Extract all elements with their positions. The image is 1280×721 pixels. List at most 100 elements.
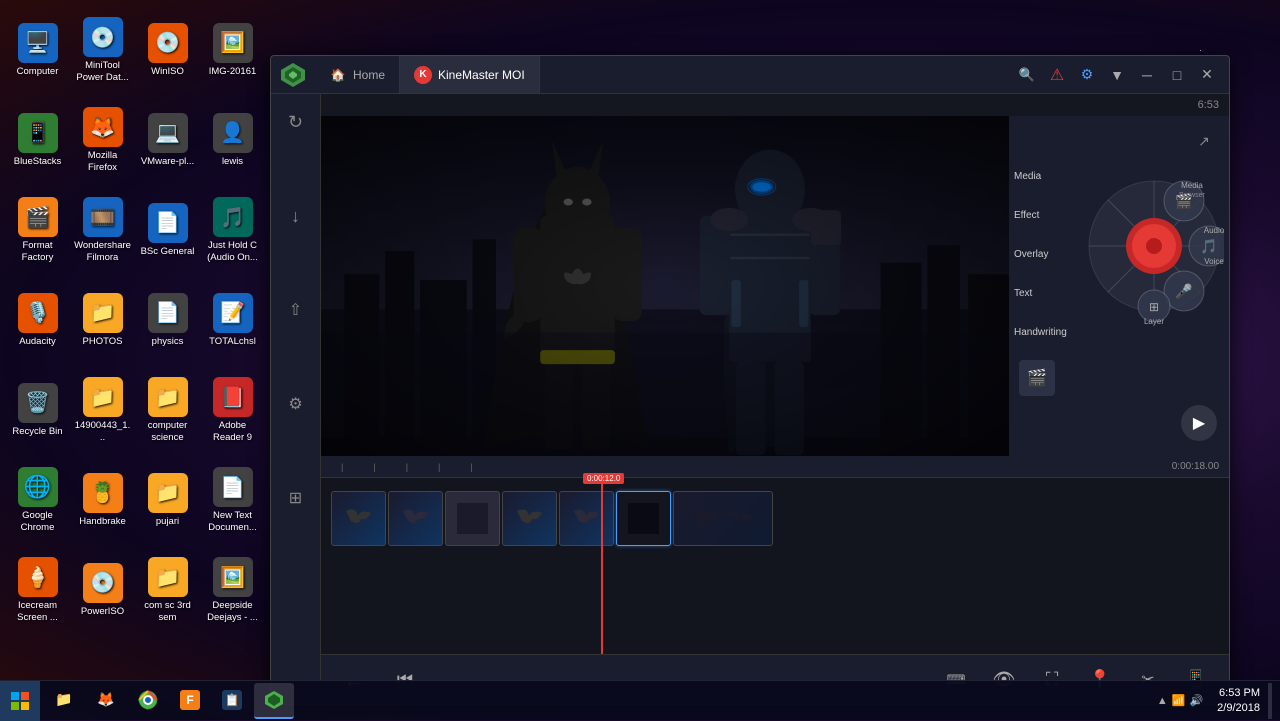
- kinemaster-main: 6:53: [321, 94, 1229, 704]
- format-factory-icon: 🎬: [18, 197, 58, 237]
- desktop-icon-audacity[interactable]: 🎙️ Audacity: [5, 275, 70, 365]
- desktop-icon-adobe-reader[interactable]: 📕 Adobe Reader 9: [200, 365, 265, 455]
- km-timer: 6:53: [1198, 99, 1219, 111]
- desktop-icon-icecream[interactable]: 🍦 Icecream Screen ...: [5, 545, 70, 635]
- taskbar-items: 📁 🦊 F: [40, 681, 1149, 720]
- track-clip-5[interactable]: [559, 491, 614, 546]
- alert-window-btn[interactable]: ⚠: [1043, 61, 1071, 89]
- km-timeline: | | | | | 0:00:18.00 0: [321, 456, 1229, 654]
- tray-volume-icon[interactable]: 🔊: [1189, 694, 1203, 707]
- svg-text:Browser: Browser: [1179, 192, 1205, 199]
- chrome-label: Google Chrome: [9, 510, 66, 533]
- menu-labels: Media Effect Overlay Text Handwriting: [1014, 171, 1067, 338]
- desktop-icon-minitool[interactable]: 💿 MiniTool Power Dat...: [70, 5, 135, 95]
- desktop-icon-computer[interactable]: 🖥️ Computer: [5, 5, 70, 95]
- km-extra-btn[interactable]: 🎬: [1019, 360, 1055, 396]
- ruler-mark-0: |: [341, 462, 343, 472]
- physics-label: physics: [152, 336, 184, 347]
- minitool-label: MiniTool Power Dat...: [74, 60, 131, 83]
- minimize-button[interactable]: ─: [1133, 61, 1161, 89]
- track-clip-4[interactable]: [502, 491, 557, 546]
- batman-artwork: [321, 116, 1009, 456]
- maximize-button[interactable]: □: [1163, 61, 1191, 89]
- track-clip-6[interactable]: [616, 491, 671, 546]
- show-desktop-btn[interactable]: [1268, 683, 1272, 719]
- desktop-icon-new-text[interactable]: 📄 New Text Documen...: [200, 455, 265, 545]
- chrome-taskbar-icon: [138, 690, 158, 710]
- physics-icon: 📄: [148, 293, 188, 333]
- settings-window-btn[interactable]: ⚙: [1073, 61, 1101, 89]
- desktop-icon-lewis[interactable]: 👤 lewis: [200, 95, 265, 185]
- deepside-label: Deepside Deejays - ...: [204, 600, 261, 623]
- tab-home[interactable]: 🏠 Home: [315, 56, 400, 93]
- sidebar-down-btn[interactable]: ↓: [278, 198, 314, 234]
- photos-label: PHOTOS: [83, 336, 123, 347]
- desktop-icon-img[interactable]: 🖼️ IMG-20161: [200, 5, 265, 95]
- effect-label: Effect: [1014, 210, 1067, 221]
- desktop-icon-chrome[interactable]: 🌐 Google Chrome: [5, 455, 70, 545]
- timeline-end-time: 0:00:18.00: [1172, 461, 1219, 472]
- desktop-icon-justhold[interactable]: 🎵 Just Hold C (Audio On...: [200, 185, 265, 275]
- text-label: Text: [1014, 288, 1067, 299]
- taskbar-firefox[interactable]: 🦊: [86, 683, 126, 719]
- desktop-icon-physics[interactable]: 📄 physics: [135, 275, 200, 365]
- svg-text:Audio: Audio: [1204, 226, 1224, 235]
- tray-arrow[interactable]: ▲: [1157, 695, 1168, 707]
- poweriso-label: PowerISO: [81, 606, 124, 617]
- desktop-icon-pujari[interactable]: 📁 pujari: [135, 455, 200, 545]
- computer-label: Computer: [17, 66, 59, 77]
- desktop-icon-format-factory[interactable]: 🎬 Format Factory: [5, 185, 70, 275]
- dropdown-window-btn[interactable]: ▼: [1103, 61, 1131, 89]
- taskbar-chrome[interactable]: [128, 683, 168, 719]
- unknown1-taskbar-icon: 📋: [222, 690, 242, 710]
- desktop-icons-area: 🖥️ Computer 💿 MiniTool Power Dat... 💿 Wi…: [0, 0, 270, 700]
- timeline-marker-label: 0:00:12.0: [583, 473, 624, 484]
- taskbar-format-factory[interactable]: F: [170, 683, 210, 719]
- taskbar-bluestacks[interactable]: [254, 683, 294, 719]
- taskbar-clock[interactable]: 6:53 PM 2/9/2018: [1217, 686, 1260, 715]
- desktop-icon-bluestacks[interactable]: 📱 BlueStacks: [5, 95, 70, 185]
- sidebar-layers-btn[interactable]: ⊞: [278, 480, 314, 516]
- track-clip-3[interactable]: [445, 491, 500, 546]
- tab-kinemaster-label: KineMaster MOI: [438, 68, 525, 82]
- new-text-icon: 📄: [213, 467, 253, 507]
- start-button[interactable]: [0, 681, 40, 721]
- handwriting-label: Handwriting: [1014, 327, 1067, 338]
- desktop-icon-deepside[interactable]: 🖼️ Deepside Deejays - ...: [200, 545, 265, 635]
- taskbar-unknown1[interactable]: 📋: [212, 683, 252, 719]
- bluestacks-window: 🏠 Home K KineMaster MOI 🔍 ⚠ ⚙ ▼ ─ □ ✕: [270, 55, 1230, 705]
- clock-date: 2/9/2018: [1217, 701, 1260, 715]
- close-button[interactable]: ✕: [1193, 61, 1221, 89]
- sidebar-share-btn[interactable]: ⇧: [278, 292, 314, 328]
- tab-kinemaster[interactable]: K KineMaster MOI: [400, 56, 540, 93]
- km-play-button[interactable]: ▶: [1181, 405, 1217, 441]
- desktop-icon-poweriso[interactable]: 💿 PowerISO: [70, 545, 135, 635]
- desktop-icon-vmware[interactable]: 💻 VMware-pl...: [135, 95, 200, 185]
- svg-text:🎤: 🎤: [1175, 282, 1193, 300]
- desktop-icon-computer-science[interactable]: 📁 computer science: [135, 365, 200, 455]
- desktop-icon-bsc[interactable]: 📄 BSc General: [135, 185, 200, 275]
- track-clip-2[interactable]: [388, 491, 443, 546]
- desktop-icon-firefox[interactable]: 🦊 Mozilla Firefox: [70, 95, 135, 185]
- desktop-icon-com-sc[interactable]: 📁 com sc 3rd sem: [135, 545, 200, 635]
- desktop-icon-filmora[interactable]: 🎞️ Wondershare Filmora: [70, 185, 135, 275]
- sidebar-refresh-btn[interactable]: ↻: [278, 104, 314, 140]
- circular-menu-svg[interactable]: 🎬 🎵 🎤 ⊞: [1064, 146, 1224, 346]
- desktop-icon-photos[interactable]: 📁 PHOTOS: [70, 275, 135, 365]
- desktop-icon-14900443[interactable]: 📁 14900443_1...: [70, 365, 135, 455]
- img-icon: 🖼️: [213, 23, 253, 63]
- sidebar-settings-btn[interactable]: ⚙: [278, 386, 314, 422]
- desktop-icon-recycle-bin[interactable]: 🗑️ Recycle Bin: [5, 365, 70, 455]
- explorer-taskbar-icon: 📁: [54, 690, 74, 710]
- search-window-btn[interactable]: 🔍: [1013, 61, 1041, 89]
- window-controls: 🔍 ⚠ ⚙ ▼ ─ □ ✕: [1005, 61, 1229, 89]
- track-clip-7[interactable]: [673, 491, 773, 546]
- desktop-icon-handbrake[interactable]: 🍍 Handbrake: [70, 455, 135, 545]
- desktop-icon-totalchsl[interactable]: 📝 TOTALchsl: [200, 275, 265, 365]
- desktop-icon-winiso[interactable]: 💿 WinISO: [135, 5, 200, 95]
- taskbar-explorer[interactable]: 📁: [44, 683, 84, 719]
- vmware-label: VMware-pl...: [141, 156, 194, 167]
- track-clip-1[interactable]: [331, 491, 386, 546]
- svg-text:⊞: ⊞: [1149, 300, 1159, 314]
- desktop: 🖥️ Computer 💿 MiniTool Power Dat... 💿 Wi…: [0, 0, 1280, 720]
